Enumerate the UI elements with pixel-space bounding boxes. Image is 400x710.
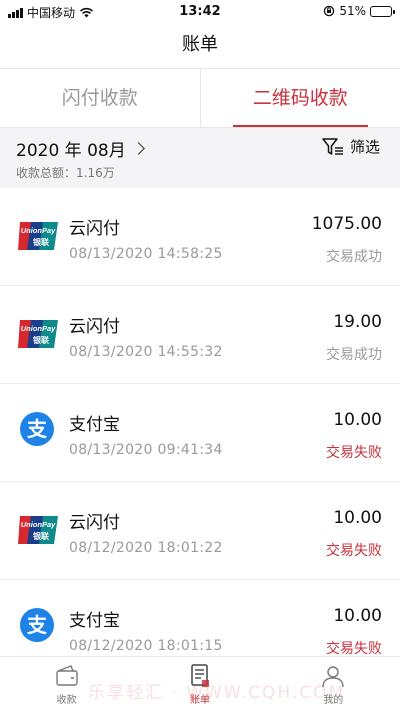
transaction-row[interactable]: UnionPay 银联 云闪付 08/13/2020 14:58:25 1075.00 交… bbox=[0, 188, 400, 286]
tabbar-item-receive[interactable]: 收款 bbox=[0, 657, 133, 710]
transaction-status: 交易失败 bbox=[326, 445, 382, 461]
transaction-amount: 10.00 bbox=[333, 606, 382, 626]
tabbar-label-bill: 账单 bbox=[189, 695, 210, 706]
unionpay-logo-text: UnionPay bbox=[21, 226, 56, 235]
tab-quickpass[interactable]: 闪付收款 bbox=[0, 69, 200, 127]
status-bar: 中国移动 13:42 51% bbox=[0, 0, 400, 22]
user-icon bbox=[322, 666, 345, 688]
transaction-channel: 支付宝 bbox=[69, 611, 120, 631]
alipay-logo-icon: 支 bbox=[20, 412, 54, 446]
transaction-amount: 19.00 bbox=[333, 312, 382, 332]
unionpay-logo-icon: UnionPay 银联 bbox=[18, 222, 58, 250]
rotation-lock-icon bbox=[324, 5, 335, 17]
battery-icon bbox=[370, 5, 395, 17]
transaction-datetime: 08/12/2020 18:01:22 bbox=[69, 540, 223, 556]
transaction-amount: 1075.00 bbox=[311, 214, 382, 234]
filter-button[interactable]: 筛选 bbox=[322, 136, 380, 157]
transaction-channel: 云闪付 bbox=[69, 513, 120, 533]
transaction-status: 交易失败 bbox=[326, 543, 382, 559]
transaction-datetime: 08/13/2020 14:55:32 bbox=[69, 344, 223, 360]
filter-label: 筛选 bbox=[349, 138, 380, 156]
transaction-channel: 支付宝 bbox=[69, 415, 120, 435]
bill-icon bbox=[191, 664, 209, 687]
unionpay-logo-cn: 银联 bbox=[32, 335, 49, 345]
unionpay-logo-icon: UnionPay 银联 bbox=[18, 320, 58, 348]
alipay-logo-icon: 支 bbox=[20, 608, 54, 642]
chevron-right-icon bbox=[131, 142, 145, 155]
tabbar-item-bill[interactable]: 账单 bbox=[133, 657, 266, 710]
transaction-row[interactable]: UnionPay 银联 云闪付 08/13/2020 14:55:32 19.00 交易成… bbox=[0, 286, 400, 384]
transaction-status: 交易成功 bbox=[326, 249, 382, 265]
tabbar-label-mine: 我的 bbox=[323, 695, 344, 706]
transaction-amount: 10.00 bbox=[333, 508, 382, 528]
unionpay-logo-text: UnionPay bbox=[21, 324, 56, 333]
total-amount: 收款总额：1.16万 bbox=[16, 166, 115, 180]
transaction-channel: 云闪付 bbox=[69, 317, 120, 337]
unionpay-logo-text: UnionPay bbox=[21, 520, 56, 529]
transaction-row[interactable]: 支支付宝 08/13/2020 09:41:34 10.00 交易失败 bbox=[0, 384, 400, 482]
page-title: 账单 bbox=[182, 34, 218, 55]
transaction-list: UnionPay 银联 云闪付 08/13/2020 14:58:25 1075.00 交… bbox=[0, 188, 400, 678]
transaction-channel: 云闪付 bbox=[69, 219, 120, 239]
transaction-datetime: 08/13/2020 14:58:25 bbox=[69, 246, 223, 262]
wallet-icon bbox=[55, 665, 78, 686]
tabbar-label-receive: 收款 bbox=[56, 695, 77, 706]
filter-icon bbox=[322, 137, 343, 155]
month-label: 2020 年 08月 bbox=[16, 141, 126, 161]
battery-percent: 51% bbox=[339, 4, 366, 18]
unionpay-logo-cn: 银联 bbox=[32, 237, 49, 247]
transaction-status: 交易失败 bbox=[326, 641, 382, 657]
transaction-datetime: 08/13/2020 09:41:34 bbox=[69, 442, 223, 458]
transaction-row[interactable]: UnionPay 银联 云闪付 08/12/2020 18:01:22 10.00 交易失… bbox=[0, 482, 400, 580]
filter-bar: 2020 年 08月 收款总额：1.16万 筛选 bbox=[0, 128, 400, 188]
unionpay-logo-cn: 银联 bbox=[32, 531, 49, 541]
unionpay-logo-icon: UnionPay 银联 bbox=[18, 516, 58, 544]
tab-qrcode[interactable]: 二维码收款 bbox=[199, 69, 400, 127]
transaction-status: 交易成功 bbox=[326, 347, 382, 363]
month-selector[interactable]: 2020 年 08月 bbox=[16, 136, 145, 161]
tabbar-item-mine[interactable]: 我的 bbox=[267, 657, 400, 710]
transaction-datetime: 08/12/2020 18:01:15 bbox=[69, 638, 223, 654]
status-right: 51% bbox=[323, 4, 395, 18]
transaction-amount: 10.00 bbox=[333, 410, 382, 430]
bottom-tab-bar: 收款 账单 我的 bbox=[0, 656, 400, 710]
payment-type-tabs: 闪付收款 二维码收款 bbox=[0, 68, 400, 128]
